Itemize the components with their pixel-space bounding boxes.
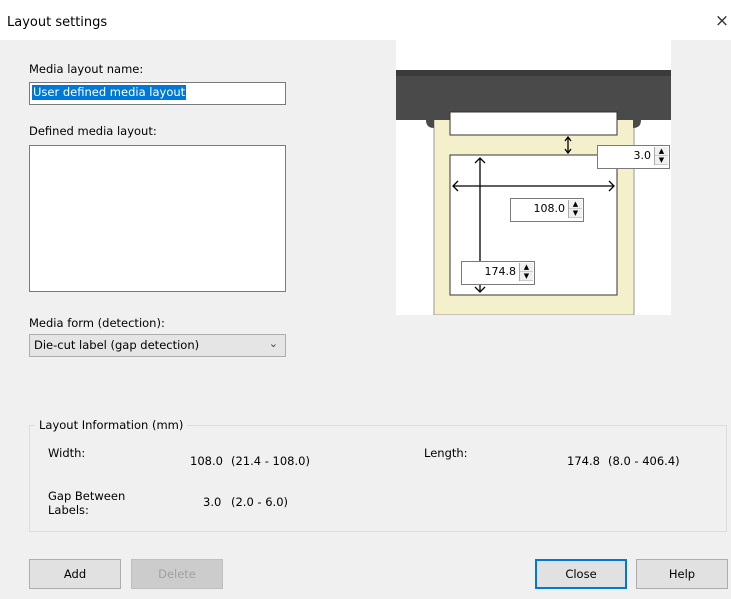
width-spinner[interactable]: 108.0 ▲ ▼ bbox=[510, 198, 584, 222]
media-layout-name-label: Media layout name: bbox=[29, 62, 144, 76]
length-value: 174.8 bbox=[567, 454, 600, 468]
window-title: Layout settings bbox=[7, 15, 108, 30]
spin-up-icon[interactable]: ▲ bbox=[655, 147, 668, 156]
gap-spinner[interactable]: 3.0 ▲ ▼ bbox=[597, 145, 670, 169]
gap-label-line1: Gap Between bbox=[48, 489, 126, 503]
length-label: Length: bbox=[424, 446, 468, 460]
spin-down-icon[interactable]: ▼ bbox=[569, 209, 582, 218]
width-range: (21.4 - 108.0) bbox=[231, 454, 310, 468]
width-spinner-value: 108.0 bbox=[533, 202, 566, 215]
media-form-selected: Die-cut label (gap detection) bbox=[34, 338, 200, 352]
media-layout-name-input[interactable]: User defined media layout bbox=[29, 82, 286, 105]
delete-button[interactable]: Delete bbox=[131, 559, 223, 589]
help-button[interactable]: Help bbox=[636, 559, 728, 589]
title-bar: Layout settings × bbox=[0, 0, 731, 40]
spin-down-icon[interactable]: ▼ bbox=[520, 272, 533, 281]
close-icon[interactable]: × bbox=[714, 12, 730, 30]
defined-media-layout-list[interactable] bbox=[29, 145, 286, 292]
close-button[interactable]: Close bbox=[535, 559, 627, 589]
gap-spinner-value: 3.0 bbox=[633, 149, 652, 162]
gap-label-line2: Labels: bbox=[48, 503, 89, 517]
gap-value: 3.0 bbox=[203, 495, 222, 509]
layout-information-title: Layout Information (mm) bbox=[35, 418, 188, 432]
length-spinner-arrows[interactable]: ▲ ▼ bbox=[519, 263, 533, 281]
gap-range: (2.0 - 6.0) bbox=[231, 495, 289, 509]
width-label: Width: bbox=[48, 446, 86, 460]
length-spinner-value: 174.8 bbox=[484, 265, 517, 278]
length-range: (8.0 - 406.4) bbox=[608, 454, 680, 468]
width-value: 108.0 bbox=[190, 454, 223, 468]
defined-media-layout-label: Defined media layout: bbox=[29, 124, 157, 138]
layout-information-group bbox=[29, 425, 727, 532]
media-form-select[interactable]: Die-cut label (gap detection) ⌄ bbox=[29, 334, 286, 357]
width-spinner-arrows[interactable]: ▲ ▼ bbox=[568, 200, 582, 218]
media-form-label: Media form (detection): bbox=[29, 316, 165, 330]
media-layout-name-value: User defined media layout bbox=[32, 85, 187, 100]
add-button[interactable]: Add bbox=[29, 559, 121, 589]
spin-up-icon[interactable]: ▲ bbox=[569, 200, 582, 209]
spin-down-icon[interactable]: ▼ bbox=[655, 156, 668, 165]
length-spinner[interactable]: 174.8 ▲ ▼ bbox=[461, 261, 535, 285]
gap-spinner-arrows[interactable]: ▲ ▼ bbox=[654, 147, 668, 165]
chevron-down-icon: ⌄ bbox=[268, 337, 278, 350]
spin-up-icon[interactable]: ▲ bbox=[520, 263, 533, 272]
